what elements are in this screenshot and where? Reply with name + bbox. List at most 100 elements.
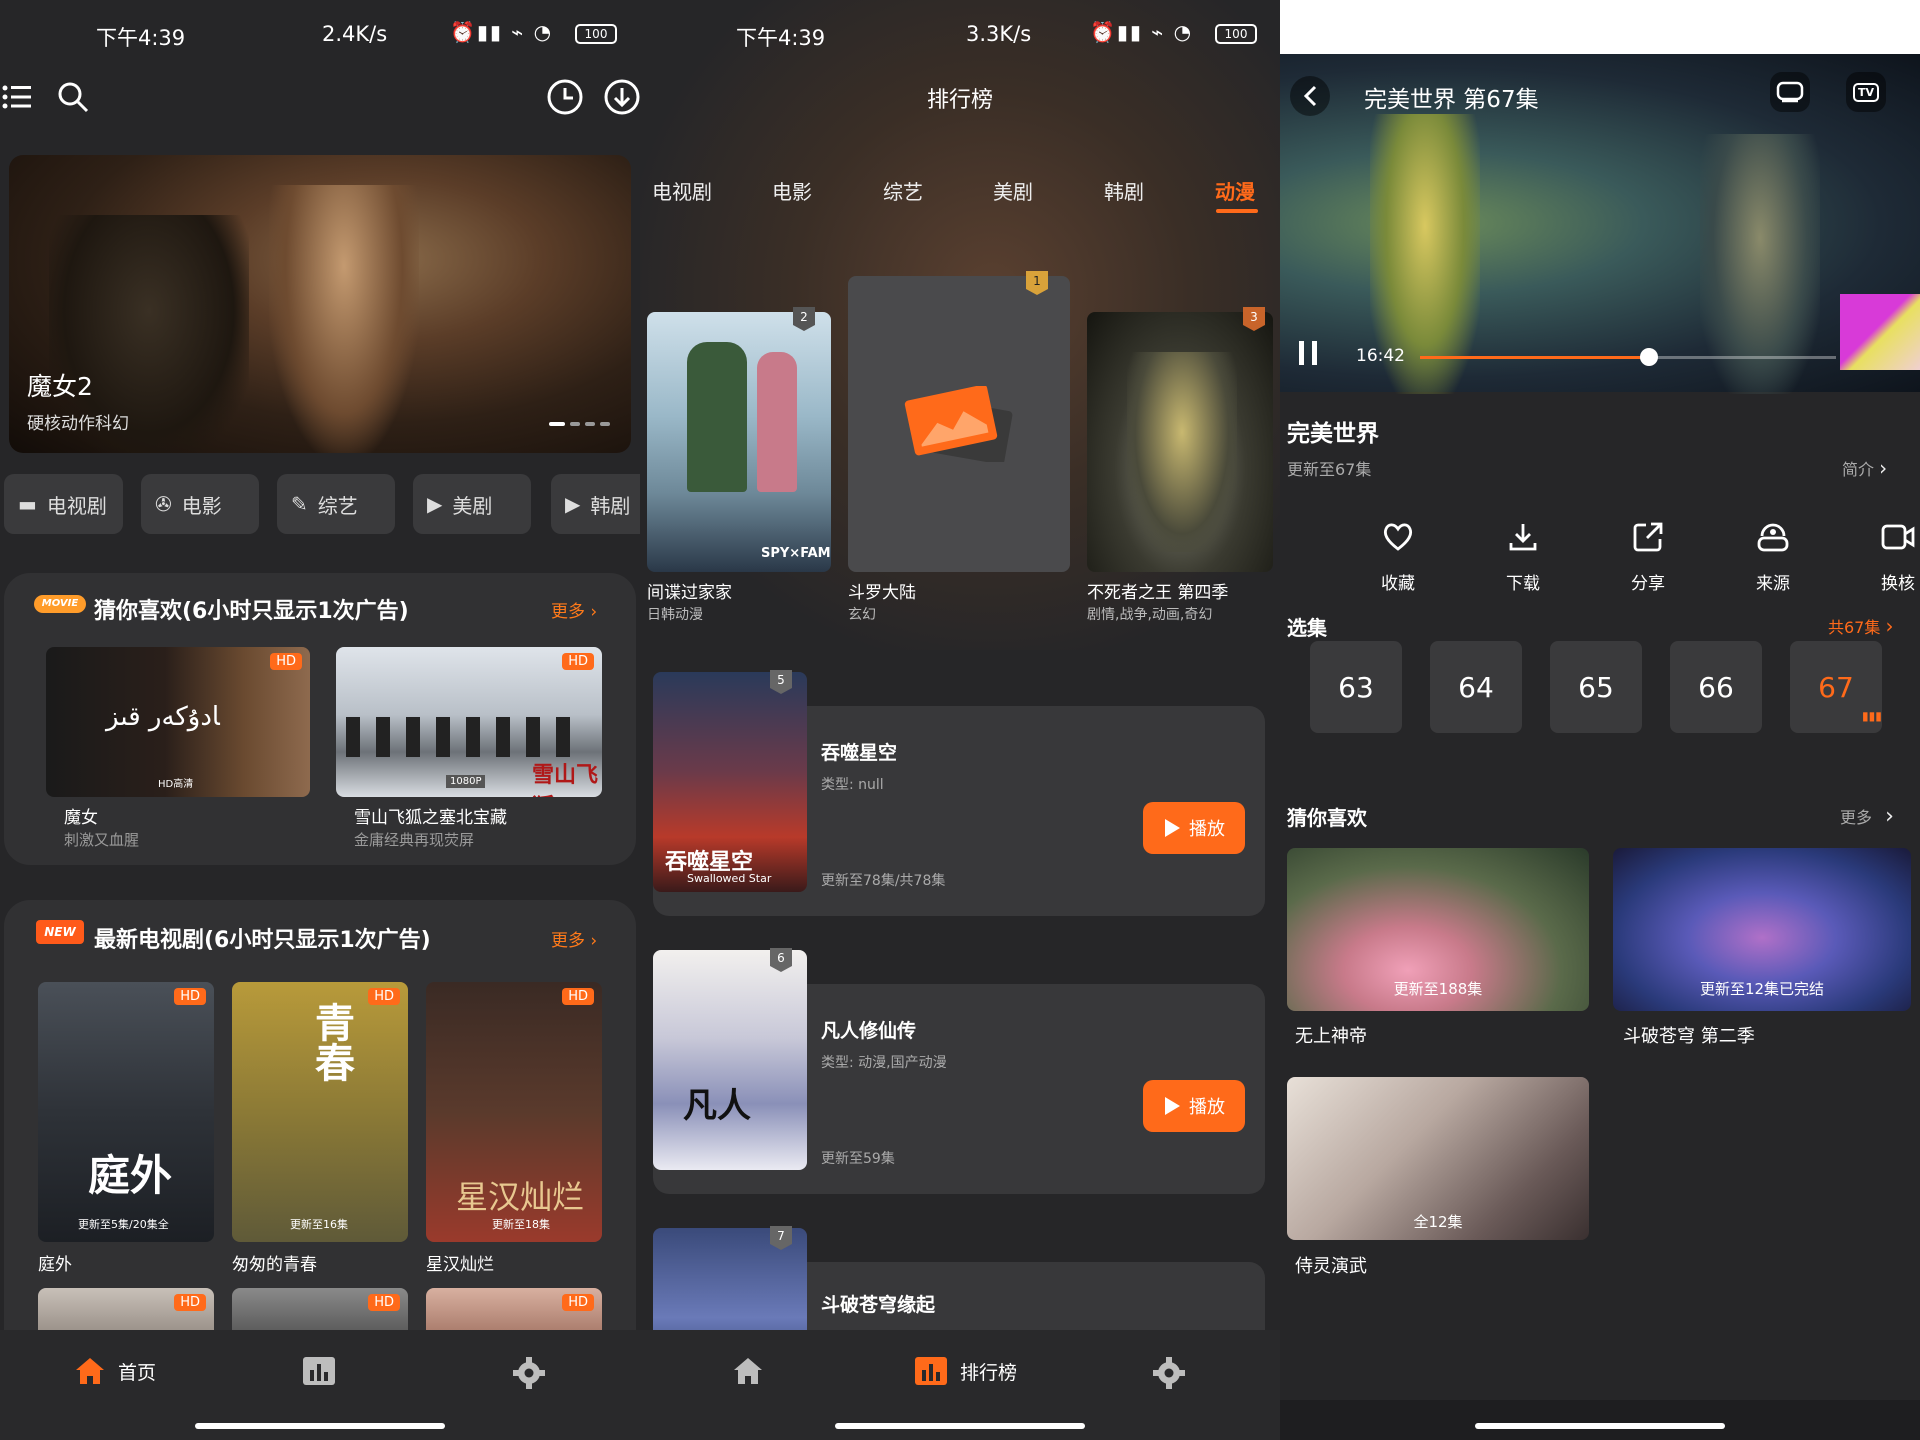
update-overlay: 更新至18集 [492,1218,550,1231]
pause-button[interactable] [1296,338,1320,368]
tab-kr-drama[interactable]: 韩剧 [1104,176,1144,205]
poster-figure [687,342,747,492]
episode-63[interactable]: 63 [1310,641,1402,733]
status-bar: 下午4:39 2.4K/s ⏰▮▮ ⌁ ◔ 100 [0,0,640,70]
action-label: 来源 [1756,574,1790,594]
nav-settings[interactable] [512,1356,546,1390]
item-title: 无上神帝 [1295,1026,1367,1047]
poster-xinghan[interactable]: 星汉灿烂 更新至18集 HD [426,982,602,1242]
tab-movie[interactable]: 电影 [772,176,812,205]
section-title: 猜你喜欢(6小时只显示1次广告) [94,599,409,624]
hd-badge: HD [368,1294,400,1311]
gesture-bar [835,1423,1085,1429]
share-icon [1633,522,1663,552]
hd-badge: HD [562,1294,594,1311]
tab-tv[interactable]: 电视剧 [652,176,712,205]
download-icon[interactable] [603,78,640,116]
poster-mortal-journey[interactable]: 凡人 [653,950,807,1170]
film-reel-icon: ✇ [155,492,172,516]
recommend-section: MOVIE 猜你喜欢(6小时只显示1次广告) 更多 › ﺎﺩﯗﻛﻪﺭ ﻗﯩﺰ H… [4,573,636,865]
thumbnail-snow-fox[interactable]: 1080P 雪山飞狐 HD [336,647,602,797]
tv-cast-button[interactable]: TV [1846,72,1886,112]
poster-douluo[interactable] [848,276,1070,572]
category-kr-drama[interactable]: ▶ 韩剧 [551,474,640,534]
poster-youth[interactable]: 青春 更新至16集 HD [232,982,408,1242]
item-title: 斗罗大陆 [848,583,916,603]
history-icon[interactable] [546,78,584,116]
nav-home[interactable] [732,1356,764,1386]
item-title: 庭外 [38,1255,72,1275]
episodes-total-link[interactable]: 共67集 › [1828,614,1893,638]
hd-badge: HD [174,988,206,1005]
poster-logo: 星汉灿烂 [456,1178,585,1216]
item-title: 魔女 [64,808,98,828]
home-icon [76,1358,104,1384]
recommend-thumb[interactable]: 全12集 [1287,1077,1589,1240]
episode-64[interactable]: 64 [1430,641,1522,733]
movie-tag: MOVIE [34,595,86,613]
nav-settings[interactable] [1152,1356,1186,1390]
action-label: 换核 [1881,574,1915,594]
show-title: 完美世界 [1287,421,1379,447]
recommend-thumb[interactable]: 更新至188集 [1287,848,1589,1011]
nav-home[interactable]: 首页 [74,1356,156,1386]
tab-indicator [1216,209,1258,213]
episode-66[interactable]: 66 [1670,641,1762,733]
hero-banner[interactable]: 魔女2 硬核动作科幻 [9,155,631,453]
download-button[interactable]: 下载 [1473,515,1573,594]
status-bar: 下午4:39 3.3K/s ⏰▮▮ ⌁ ◔ 100 [640,0,1280,70]
category-tv[interactable]: ▬ 电视剧 [4,474,123,534]
play-button[interactable]: 播放 [1143,1080,1245,1132]
back-button[interactable] [1290,76,1330,116]
recommend-thumb[interactable]: 更新至12集已完结 [1613,848,1911,1011]
category-variety[interactable]: ✎ 综艺 [277,474,395,534]
share-button[interactable]: 分享 [1598,515,1698,594]
episode-65[interactable]: 65 [1550,641,1642,733]
poster-logo: 雪山飞狐 [532,763,599,797]
battery-icon: 100 [575,24,617,44]
image-placeholder-icon [903,386,1013,462]
switch-core-button[interactable]: 换核 [1848,515,1920,594]
category-us-drama[interactable]: ▶ 美剧 [413,474,531,534]
recommend-more-link[interactable]: 更多 › [1840,804,1894,829]
hero-title: 魔女2 [27,372,93,401]
tab-anime[interactable]: 动漫 [1215,176,1255,205]
ranking-icon [915,1357,947,1385]
more-link[interactable]: 更多 › [551,597,597,622]
progress-knob[interactable] [1639,348,1658,366]
play-button[interactable]: 播放 [1143,802,1245,854]
poster-swallowed-star[interactable]: 吞噬星空 Swallowed Star [653,672,807,892]
now-playing-icon: ▮▮▮ [1862,709,1882,723]
poster-spy-family[interactable]: SPY×FAMILY [647,312,831,572]
progress-track[interactable] [1420,348,1836,366]
tab-us-drama[interactable]: 美剧 [993,176,1033,205]
horse-riders [346,717,586,757]
nav-ranking[interactable] [302,1356,336,1386]
poster-tingwai[interactable]: 庭外 更新至5集/20集全 HD [38,982,214,1242]
pip-button[interactable] [1770,72,1810,112]
source-button[interactable]: 来源 [1723,515,1823,594]
poster-logo: 凡人 [683,1086,751,1126]
ranking-screen: 下午4:39 3.3K/s ⏰▮▮ ⌁ ◔ 100 排行榜 电视剧 电影 综艺 … [640,0,1280,1440]
microphone-icon: ✎ [291,492,308,516]
hd-badge: HD [270,653,302,670]
intro-link[interactable]: 简介 › [1842,456,1887,480]
home-screen: 下午4:39 2.4K/s ⏰▮▮ ⌁ ◔ 100 魔女2 硬核动作科幻 ▬ 电视… [0,0,640,1440]
action-label: 下载 [1506,574,1540,594]
poster-caption: HD高清 [158,779,194,790]
category-movie[interactable]: ✇ 电影 [141,474,259,534]
poster-overlord[interactable] [1087,312,1273,572]
player-title: 完美世界 第67集 [1364,87,1539,113]
menu-icon[interactable] [0,80,34,114]
more-link[interactable]: 更多 › [551,926,597,951]
search-icon[interactable] [56,80,90,114]
tab-variety[interactable]: 综艺 [883,176,923,205]
nav-ranking[interactable]: 排行榜 [914,1356,1017,1386]
gear-icon [513,1357,545,1389]
progress-fill [1420,356,1649,359]
favorite-button[interactable]: 收藏 [1348,515,1448,594]
carousel-indicator [549,422,610,426]
thumbnail-witch[interactable]: ﺎﺩﯗﻛﻪﺭ ﻗﯩﺰ HD高清 HD [46,647,310,797]
poster-logo: 庭外 [88,1151,173,1200]
play-icon: ▶ [565,492,581,516]
